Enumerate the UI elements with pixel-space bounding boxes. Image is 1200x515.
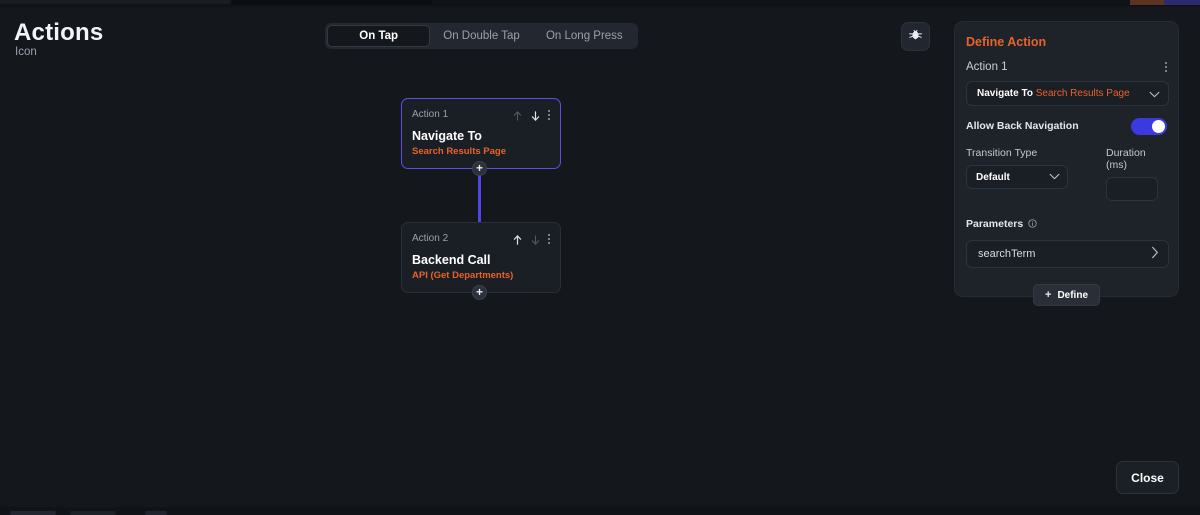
tab-on-tap[interactable]: On Tap xyxy=(327,25,431,47)
toggle-knob xyxy=(1152,119,1165,133)
chrome-decor-b xyxy=(232,0,432,5)
arrow-up-icon[interactable] xyxy=(512,109,523,121)
transition-duration-group: Transition Type Default Duration (ms) xyxy=(966,147,1167,201)
debug-button[interactable] xyxy=(901,22,930,51)
duration-label: Duration (ms) xyxy=(1106,147,1146,171)
dock-item xyxy=(70,511,116,515)
chrome-decor-a xyxy=(0,0,230,4)
action-card-title: Navigate To xyxy=(412,129,482,143)
define-button-label: Define xyxy=(1057,289,1088,301)
action-card-subtitle: Search Results Page xyxy=(412,146,506,157)
define-button-wrap: + Define xyxy=(966,284,1167,306)
flow-connector xyxy=(478,168,481,224)
parameter-row[interactable]: searchTerm xyxy=(966,240,1169,268)
chevron-down-icon xyxy=(1049,172,1060,183)
action-type-target: Search Results Page xyxy=(1035,88,1130,99)
add-action-button[interactable]: + xyxy=(472,285,487,300)
tab-on-long-press[interactable]: On Long Press xyxy=(533,25,636,47)
action-card-header: Action 2 xyxy=(412,232,550,245)
more-vertical-icon[interactable] xyxy=(1165,62,1167,72)
transition-type-select[interactable]: Default xyxy=(966,165,1068,189)
parameters-label: Parameters xyxy=(966,218,1024,230)
action-flow-canvas: Action 1 Navigate To Search Results Page… xyxy=(0,70,950,500)
plus-icon: + xyxy=(475,161,483,175)
action-card-index: Action 1 xyxy=(412,109,449,120)
arrow-up-icon[interactable] xyxy=(512,233,523,245)
close-button[interactable]: Close xyxy=(1116,461,1179,494)
action-card-subtitle: API (Get Departments) xyxy=(412,270,514,281)
add-action-button[interactable]: + xyxy=(472,161,487,176)
dock-item xyxy=(145,511,167,515)
parameter-name: searchTerm xyxy=(978,248,1036,260)
arrow-down-icon[interactable] xyxy=(530,233,541,245)
page-title: Actions xyxy=(14,19,104,46)
action-card-controls xyxy=(512,233,550,245)
transition-type-label: Transition Type xyxy=(966,147,1038,159)
action-card-index: Action 2 xyxy=(412,233,449,244)
action-card-header: Action 1 xyxy=(412,108,550,121)
transition-type-value: Default xyxy=(976,171,1010,183)
action-card-controls xyxy=(512,109,550,121)
action-type-value: Navigate To Search Results Page xyxy=(977,88,1130,99)
chrome-decor-d xyxy=(1164,0,1200,5)
trigger-tabbar: On Tap On Double Tap On Long Press xyxy=(325,23,638,49)
tab-on-double-tap[interactable]: On Double Tap xyxy=(430,25,532,47)
arrow-down-icon[interactable] xyxy=(530,109,541,121)
info-icon[interactable] xyxy=(1028,215,1037,233)
chrome-decor-c xyxy=(1130,0,1164,5)
window-chrome-bottom xyxy=(0,507,1200,515)
window-chrome-top xyxy=(0,0,1200,7)
action-type-prefix: Navigate To xyxy=(977,88,1033,99)
page-subtitle: Icon xyxy=(15,46,37,58)
parameters-header: Parameters xyxy=(966,215,1167,233)
transition-type-group: Transition Type Default xyxy=(966,147,1068,189)
close-button-label: Close xyxy=(1131,470,1164,485)
allow-back-navigation-row: Allow Back Navigation xyxy=(966,117,1167,135)
panel-action-row: Action 1 xyxy=(966,60,1167,74)
chevron-right-icon xyxy=(1151,246,1159,262)
duration-group: Duration (ms) xyxy=(1106,147,1167,201)
plus-icon: + xyxy=(1045,289,1052,301)
plus-icon: + xyxy=(475,285,483,299)
bug-icon xyxy=(908,27,923,47)
dock-item xyxy=(10,511,56,515)
define-button[interactable]: + Define xyxy=(1033,284,1100,306)
action-card-title: Backend Call xyxy=(412,253,491,267)
panel-action-label: Action 1 xyxy=(966,61,1008,73)
more-vertical-icon[interactable] xyxy=(548,233,550,244)
define-action-panel: Define Action Action 1 Navigate To Searc… xyxy=(954,21,1179,306)
action-card[interactable]: Action 1 Navigate To Search Results Page xyxy=(401,98,561,169)
more-vertical-icon[interactable] xyxy=(548,109,550,120)
allow-back-navigation-toggle[interactable] xyxy=(1131,117,1167,135)
action-card[interactable]: Action 2 Backend Call API (Get Departmen… xyxy=(401,222,561,293)
action-type-select[interactable]: Navigate To Search Results Page xyxy=(966,81,1169,106)
allow-back-navigation-label: Allow Back Navigation xyxy=(966,120,1079,132)
duration-input[interactable] xyxy=(1106,177,1158,201)
chevron-down-icon xyxy=(1149,85,1160,103)
panel-title: Define Action xyxy=(966,35,1047,49)
